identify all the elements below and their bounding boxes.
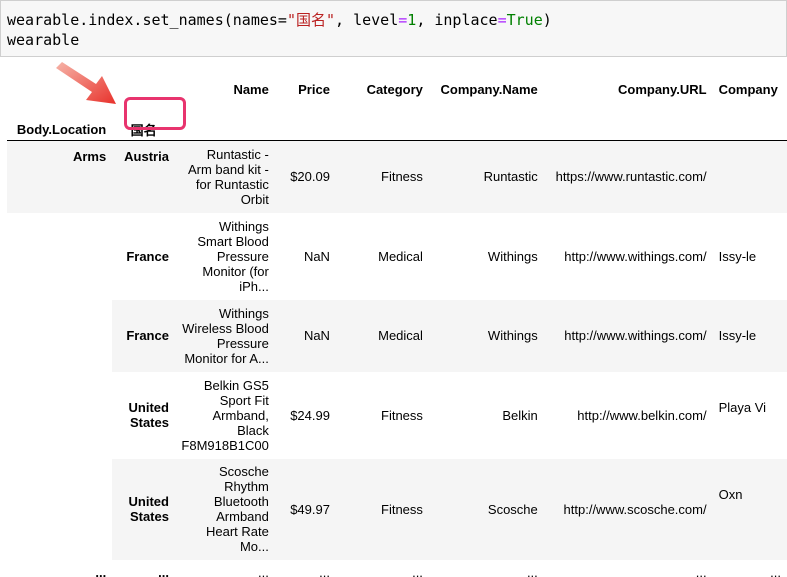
code-operator: = [497,11,507,29]
cell-company-extra: Issy-le [712,212,787,300]
cell-category: Fitness [335,140,429,213]
cell-company-name: Scosche [428,458,544,560]
cell-company-name: Belkin [428,371,544,459]
cell-name: Withings Wireless Blood Pressure Monitor… [174,299,275,372]
table-row: France Withings Smart Blood Pressure Mon… [7,212,787,300]
table-row: United States Belkin GS5 Sport Fit Armba… [7,371,787,459]
ellipsis-row: ... ... ... ... ... ... ... ... [7,559,787,577]
code-text: , level [335,11,399,29]
index-level1: United States [112,371,175,459]
table-row: Arms Austria Runtastic - Arm band kit - … [7,140,787,213]
cell-price: $24.99 [274,371,336,459]
cell-category: Medical [335,212,429,300]
ellipsis: ... [428,559,544,577]
cell-category: Fitness [335,371,429,459]
index-name: Body.Location [7,118,113,141]
index-level0: Arms [7,140,113,213]
cell-company-url: http://www.belkin.com/ [543,371,713,459]
ellipsis: ... [335,559,429,577]
cell-company-extra [712,140,787,213]
column-header: Company [718,81,778,97]
cell-name: Scosche Rhythm Bluetooth Armband Heart R… [174,458,275,560]
cell-category: Medical [335,299,429,372]
code-line-1: wearable.index.set_names(names="国名", lev… [7,11,552,29]
code-text: wearable.index.set_names(names= [7,11,287,29]
highlight-box [124,97,186,130]
cell-company-url: https://www.runtastic.com/ [543,140,713,213]
index-level1: United States [112,458,175,560]
column-header: Company.URL [617,81,707,97]
cell-price: NaN [274,212,336,300]
cell-price: NaN [274,299,336,372]
cell-category: Fitness [335,458,429,560]
ellipsis: ... [712,559,787,577]
ellipsis: ... [274,559,336,577]
table-row: United States Scosche Rhythm Bluetooth A… [7,458,787,560]
index-level1: France [112,212,175,300]
blank-header [712,118,787,141]
index-level0 [7,458,113,560]
code-operator: = [398,11,408,29]
cell-company-url: http://www.scosche.com/ [543,458,713,560]
code-text: , inplace [416,11,498,29]
dataframe-table: Name Price Category Company.Name Company… [7,60,787,577]
ellipsis: ... [543,559,713,577]
index-level1: France [112,299,175,372]
cell-price: $20.09 [274,140,336,213]
cell-company-name: Runtastic [428,140,544,213]
column-header: Price [298,81,330,97]
code-number: 1 [407,11,417,29]
cell-company-extra: Playa Vi [712,371,787,459]
cell-company-extra: Issy-le [712,299,787,372]
ellipsis: ... [174,559,275,577]
blank-header [335,118,429,141]
blank-header [543,118,713,141]
index-level0 [7,299,113,372]
cell-company-name: Withings [428,212,544,300]
cell-name: Withings Smart Blood Pressure Monitor (f… [174,212,275,300]
blank-header [428,118,544,141]
cell-company-url: http://www.withings.com/ [543,299,713,372]
column-header: Name [233,81,269,97]
index-level1: Austria [112,140,175,213]
blank-header [174,118,275,141]
cell-price: $49.97 [274,458,336,560]
column-header: Category [366,81,423,97]
cell-name: Runtastic - Arm band kit - for Runtastic… [174,140,275,213]
cell-name: Belkin GS5 Sport Fit Armband, Black F8M9… [174,371,275,459]
blank-header [274,118,336,141]
code-line-2: wearable [7,31,80,49]
index-level0 [7,212,113,300]
column-header: Company.Name [440,81,538,97]
dataframe-output: Name Price Category Company.Name Company… [0,60,787,577]
code-text: ) [542,11,552,29]
ellipsis: ... [7,559,113,577]
code-cell[interactable]: wearable.index.set_names(names="国名", lev… [0,0,787,57]
code-string: "国名" [286,11,336,29]
table-row: France Withings Wireless Blood Pressure … [7,299,787,372]
cell-company-url: http://www.withings.com/ [543,212,713,300]
ellipsis: ... [112,559,175,577]
cell-company-extra: Oxn [712,458,787,560]
cell-company-name: Withings [428,299,544,372]
annotation-arrow-icon [56,62,116,104]
code-keyword: True [506,11,543,29]
index-level0 [7,371,113,459]
